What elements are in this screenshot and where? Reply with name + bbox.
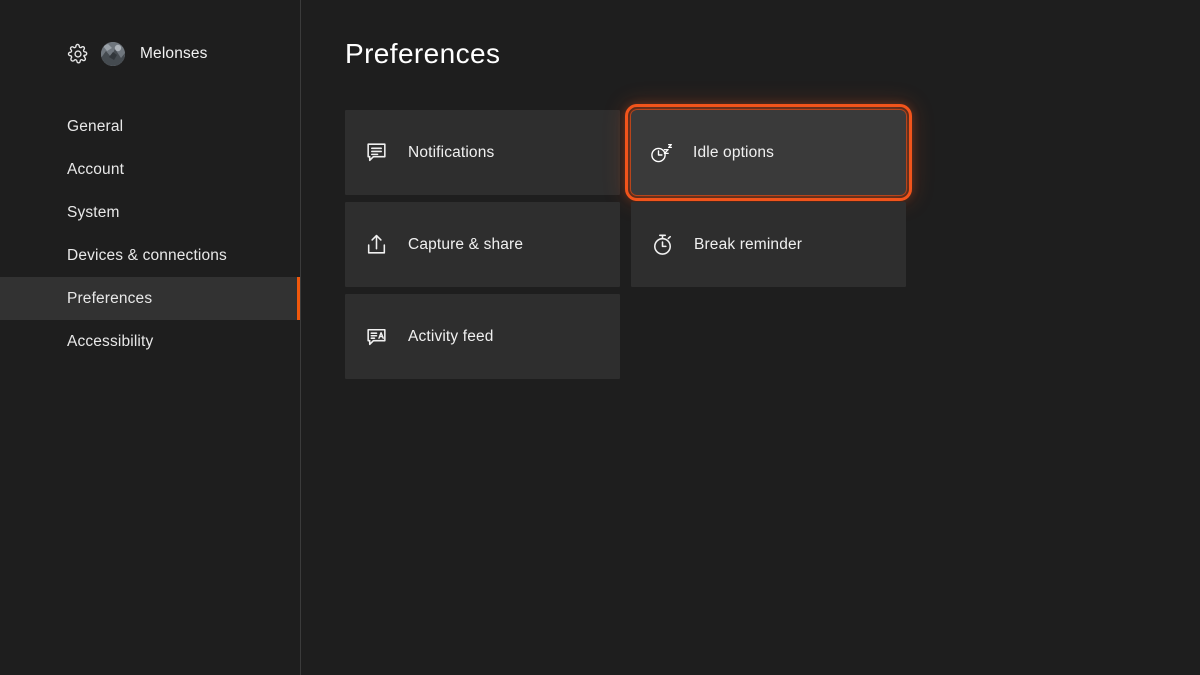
sidebar-item-devices-connections[interactable]: Devices & connections	[0, 234, 301, 277]
upload-share-icon	[363, 232, 389, 258]
tile-capture-share[interactable]: Capture & share	[345, 202, 620, 287]
main-content: Preferences Notifications Idle options C…	[301, 0, 1200, 675]
tile-label: Activity feed	[408, 327, 494, 345]
sidebar-item-account[interactable]: Account	[0, 148, 301, 191]
account-header[interactable]: Melonses	[0, 37, 301, 71]
sidebar-item-accessibility[interactable]: Accessibility	[0, 320, 301, 363]
tile-activity-feed[interactable]: Activity feed	[345, 294, 620, 379]
avatar[interactable]	[101, 42, 125, 66]
tile-label: Break reminder	[694, 235, 803, 253]
sidebar-item-label: Accessibility	[67, 332, 154, 350]
sidebar-item-label: System	[67, 203, 120, 221]
settings-tile-grid: Notifications Idle options Capture & sha…	[345, 104, 921, 379]
stopwatch-icon	[649, 232, 675, 258]
sidebar-item-label: Preferences	[67, 289, 153, 307]
tile-idle-options[interactable]: Idle options	[625, 104, 912, 201]
message-lines-icon	[363, 140, 389, 166]
sidebar-item-general[interactable]: General	[0, 105, 301, 148]
gear-icon[interactable]	[67, 43, 89, 65]
sidebar-item-label: General	[67, 117, 124, 135]
sidebar-nav: General Account System Devices & connect…	[0, 105, 301, 363]
xbox-settings-screen: Melonses General Account System Devices …	[0, 0, 1200, 675]
sidebar: Melonses General Account System Devices …	[0, 0, 301, 675]
account-name: Melonses	[140, 45, 208, 62]
tile-label: Notifications	[408, 143, 495, 161]
tile-label: Idle options	[693, 143, 775, 161]
sidebar-item-preferences[interactable]: Preferences	[0, 277, 301, 320]
tile-break-reminder[interactable]: Break reminder	[631, 202, 906, 287]
page-title: Preferences	[345, 38, 501, 69]
tile-label: Capture & share	[408, 235, 524, 253]
clock-sleep-icon	[648, 140, 674, 166]
sidebar-item-label: Account	[67, 160, 125, 178]
sidebar-item-system[interactable]: System	[0, 191, 301, 234]
activity-feed-icon	[363, 324, 389, 350]
sidebar-item-label: Devices & connections	[67, 246, 227, 264]
tile-notifications[interactable]: Notifications	[345, 110, 620, 195]
